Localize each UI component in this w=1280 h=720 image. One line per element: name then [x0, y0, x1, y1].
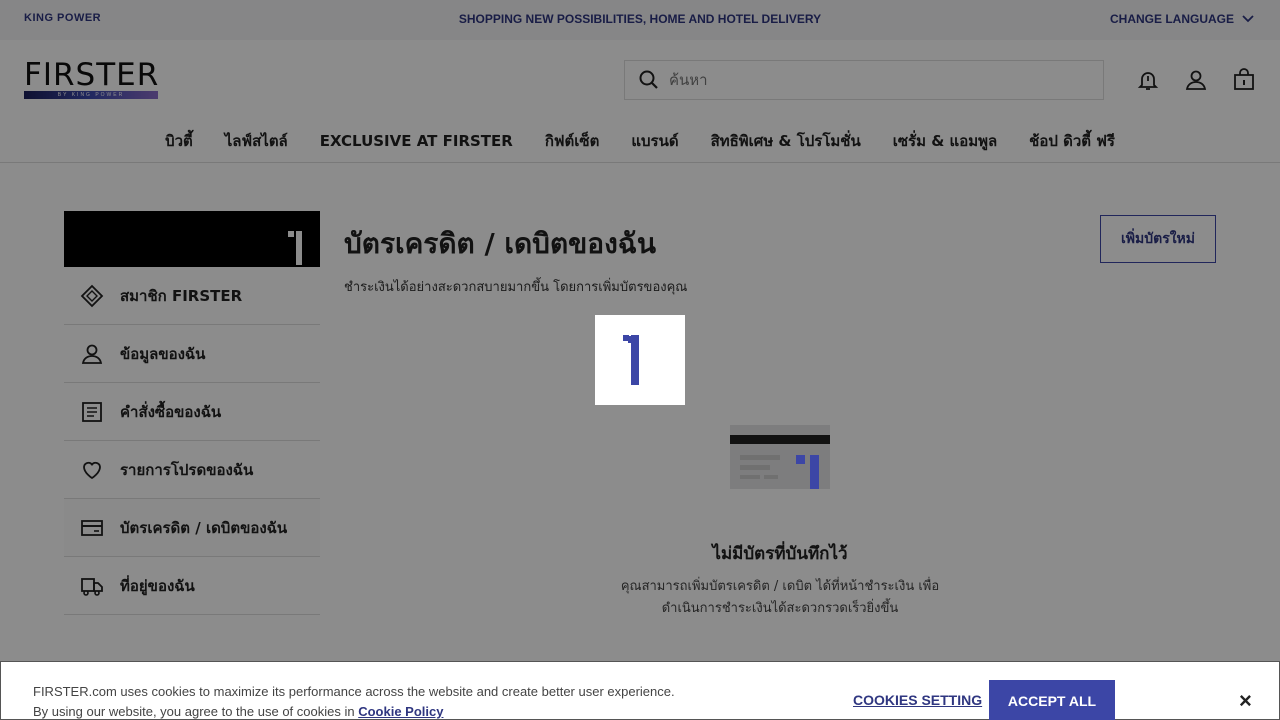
cookies-setting-link[interactable]: COOKIES SETTING [853, 692, 982, 708]
page: KING POWER SHOPPING NEW POSSIBILITIES, H… [0, 0, 1280, 720]
cookie-policy-link[interactable]: Cookie Policy [358, 704, 443, 719]
loading-spinner [595, 315, 685, 405]
cookie-message-line-2: By using our website, you agree to the u… [33, 702, 675, 720]
loading-mark-icon [623, 335, 639, 385]
cookie-message-line-1: FIRSTER.com uses cookies to maximize its… [33, 684, 675, 699]
cookie-message-line-2-text: By using our website, you agree to the u… [33, 704, 355, 719]
loading-mark-icon-small [796, 455, 819, 489]
close-icon[interactable]: × [1239, 688, 1252, 714]
accept-all-button[interactable]: ACCEPT ALL [989, 680, 1115, 720]
cookie-banner: FIRSTER.com uses cookies to maximize its… [0, 661, 1280, 720]
cookie-message: FIRSTER.com uses cookies to maximize its… [33, 682, 675, 720]
